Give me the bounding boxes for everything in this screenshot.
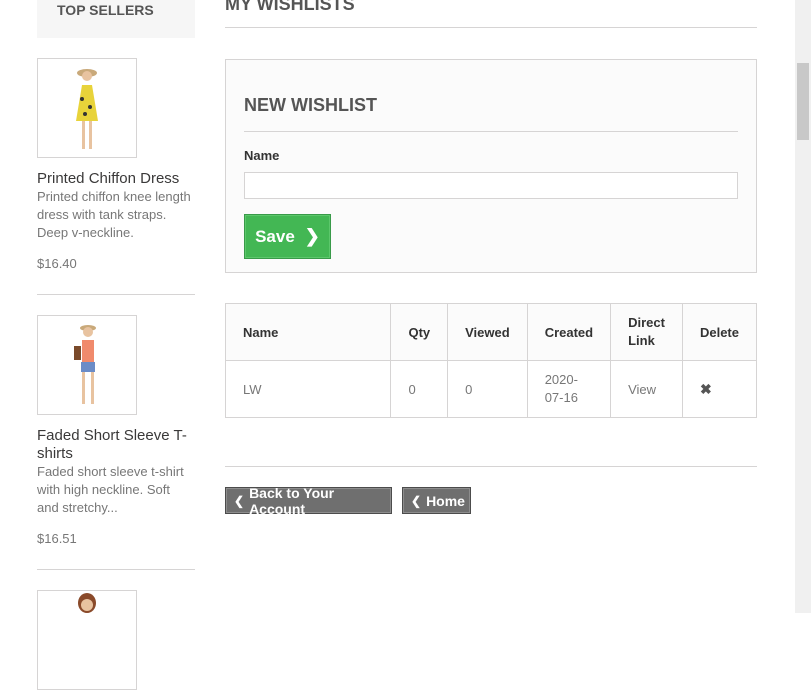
delete-icon[interactable]: ✖ xyxy=(700,381,712,397)
scrollbar-thumb[interactable] xyxy=(797,63,809,140)
product-description: Printed chiffon knee length dress with t… xyxy=(37,189,191,240)
chevron-left-icon: ❮ xyxy=(411,493,422,508)
product-name[interactable]: Faded Short Sleeve T-shirts xyxy=(37,427,195,463)
column-header-created: Created xyxy=(526,303,612,361)
created-cell: 2020-07-16 xyxy=(526,360,612,418)
delete-cell: ✖ xyxy=(681,360,758,418)
new-wishlist-title: NEW WISHLIST xyxy=(244,95,377,115)
page-title: MY WISHLISTS xyxy=(225,0,757,28)
column-header-viewed: Viewed xyxy=(447,303,528,361)
view-link[interactable]: View xyxy=(610,360,683,418)
product-description: Faded short sleeve t-shirt with high nec… xyxy=(37,464,184,515)
save-button-label: Save xyxy=(255,226,295,246)
form-divider xyxy=(244,131,738,132)
product-image[interactable] xyxy=(37,58,137,158)
back-button-label: Back to Your Account xyxy=(249,484,335,517)
wishlist-table: Name Qty Viewed Created Direct Link Dele… xyxy=(224,303,758,418)
column-header-qty: Qty xyxy=(390,303,449,361)
name-label: Name xyxy=(244,148,280,163)
product-image[interactable] xyxy=(37,590,137,690)
product-card: Printed Chiffon Dress Printed chiffon kn… xyxy=(37,58,195,271)
viewed-cell: 0 xyxy=(447,360,528,418)
footer-divider xyxy=(225,466,757,467)
table-header-row: Name Qty Viewed Created Direct Link Dele… xyxy=(224,303,758,361)
home-button[interactable]: ❮ Home xyxy=(402,487,471,514)
column-header-name: Name xyxy=(224,303,392,361)
save-button[interactable]: Save ❯ xyxy=(244,214,331,259)
product-card: Faded Short Sleeve T-shirts Faded short … xyxy=(37,315,195,546)
wishlist-name-cell[interactable]: LW xyxy=(224,360,392,418)
column-header-direct-link: Direct Link xyxy=(610,303,683,361)
vertical-scrollbar[interactable] xyxy=(795,0,811,613)
home-button-label: Home xyxy=(426,492,465,509)
wishlist-name-input[interactable] xyxy=(244,172,738,199)
new-wishlist-form: NEW WISHLIST Name Save ❯ xyxy=(225,59,757,273)
product-divider xyxy=(37,294,195,295)
product-divider xyxy=(37,569,195,570)
product-card xyxy=(37,590,195,690)
product-price: $16.40 xyxy=(37,256,77,271)
column-header-delete: Delete xyxy=(681,303,758,361)
qty-cell: 0 xyxy=(390,360,449,418)
product-image[interactable] xyxy=(37,315,137,415)
top-sellers-title: TOP SELLERS xyxy=(37,0,195,38)
back-to-account-button[interactable]: ❮ Back to Your Account xyxy=(225,484,392,517)
table-row: LW 0 0 2020-07-16 View ✖ xyxy=(224,360,758,418)
chevron-right-icon: ❯ xyxy=(304,226,320,246)
product-name[interactable]: Printed Chiffon Dress xyxy=(37,170,195,188)
chevron-left-icon: ❮ xyxy=(234,493,245,508)
product-price: $16.51 xyxy=(37,531,77,546)
